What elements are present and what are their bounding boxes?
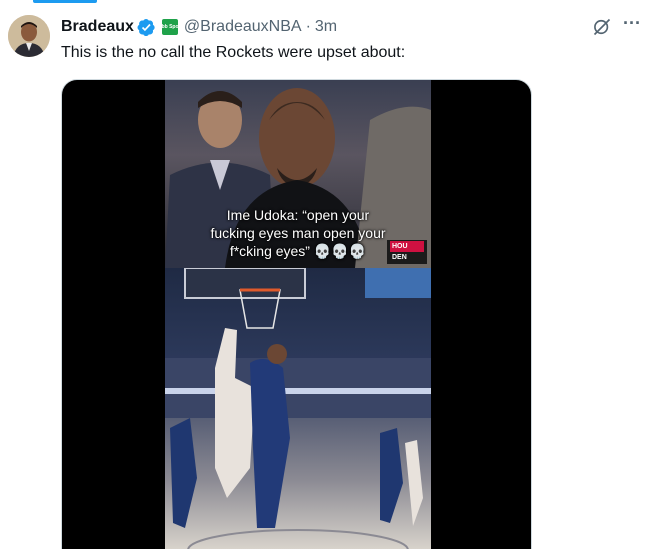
verified-badge-icon[interactable] [137, 18, 156, 37]
media-video[interactable]: Ime Udoka: “open your fucking eyes man o… [61, 79, 532, 549]
video-caption: Ime Udoka: “open your fucking eyes man o… [210, 207, 386, 259]
display-name[interactable]: Bradeaux [61, 18, 134, 36]
video-lower-frame [165, 267, 431, 549]
scorebug-home: HOU [390, 241, 424, 252]
separator-dot: · [305, 18, 311, 35]
scorebug: HOU DEN [387, 240, 427, 264]
avatar-image [8, 15, 50, 57]
tweet-card[interactable]: Bradeaux Dubb Sports @BradeauxNBA · 3m ·… [0, 0, 646, 549]
tweet-header: Bradeaux Dubb Sports @BradeauxNBA · 3m [61, 16, 337, 38]
video-frame[interactable]: Ime Udoka: “open your fucking eyes man o… [165, 80, 431, 549]
scorebug-away: DEN [392, 254, 407, 261]
user-handle[interactable]: @BradeauxNBA [184, 18, 302, 36]
affiliate-badge-icon[interactable]: Dubb Sports [155, 19, 185, 35]
avatar[interactable] [8, 15, 50, 57]
video-upper-frame: Ime Udoka: “open your fucking eyes man o… [165, 80, 431, 269]
timestamp[interactable]: 3m [315, 18, 337, 36]
grok-icon[interactable] [592, 17, 612, 37]
more-icon[interactable]: ··· [622, 14, 642, 36]
game-play-image [165, 267, 431, 549]
tweet-text: This is the no call the Rockets were ups… [61, 44, 406, 61]
